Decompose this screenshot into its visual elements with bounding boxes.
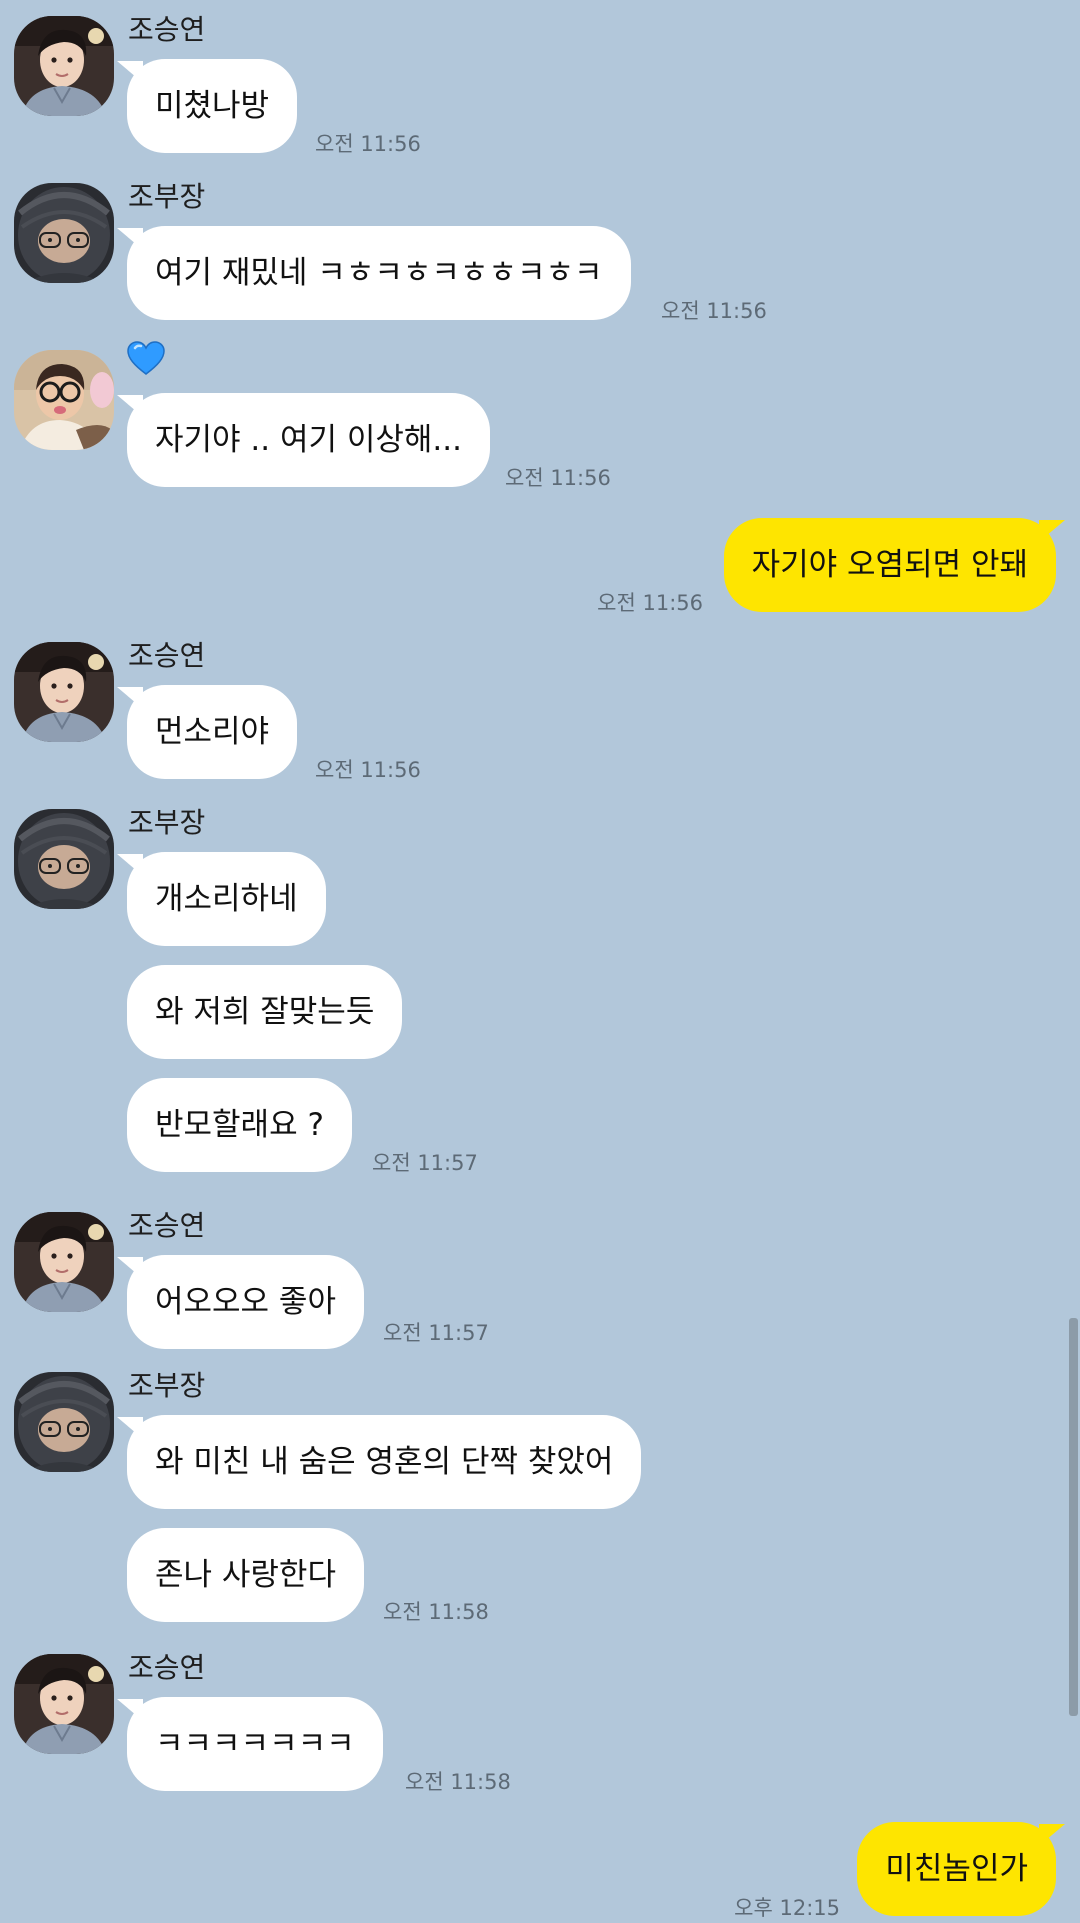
message-bubble[interactable]: 와 저희 잘맞는듯 bbox=[127, 965, 403, 1059]
message-bubble-outgoing[interactable]: 미친놈인가 bbox=[857, 1822, 1056, 1916]
message-bubble[interactable]: 와 미친 내 숨은 영혼의 단짝 찾았어 bbox=[127, 1415, 642, 1509]
sender-name: 조승연 bbox=[128, 639, 206, 672]
avatar[interactable] bbox=[14, 1212, 114, 1312]
message-time: 오전 11:56 bbox=[505, 466, 611, 490]
message-time: 오전 11:56 bbox=[661, 299, 767, 323]
message-time: 오전 11:58 bbox=[405, 1770, 511, 1794]
message-bubble[interactable]: 개소리하네 bbox=[127, 852, 326, 946]
avatar[interactable] bbox=[14, 16, 114, 116]
message-bubble[interactable]: 먼소리야 bbox=[127, 685, 298, 779]
message-bubble-outgoing[interactable]: 자기야 오염되면 안돼 bbox=[723, 518, 1056, 612]
message-time: 오전 11:57 bbox=[383, 1321, 489, 1345]
avatar[interactable] bbox=[14, 1654, 114, 1754]
sender-name: 조승연 bbox=[128, 13, 206, 46]
scrollbar[interactable] bbox=[1069, 1318, 1078, 1716]
avatar[interactable] bbox=[14, 1372, 114, 1472]
message-time: 오전 11:56 bbox=[597, 591, 703, 615]
avatar[interactable] bbox=[14, 809, 114, 909]
sender-name: 조승연 bbox=[128, 1209, 206, 1242]
heart-icon bbox=[127, 341, 165, 375]
sender-name: 조부장 bbox=[128, 806, 206, 839]
sender-name: 조부장 bbox=[128, 1369, 206, 1402]
message-time: 오후 12:15 bbox=[734, 1896, 840, 1920]
message-time: 오전 11:56 bbox=[315, 758, 421, 782]
message-bubble[interactable]: 반모할래요 ? bbox=[127, 1078, 352, 1172]
sender-name: 조부장 bbox=[128, 180, 206, 213]
message-bubble[interactable]: 자기야 .. 여기 이상해... bbox=[127, 393, 490, 487]
message-time: 오전 11:57 bbox=[372, 1151, 478, 1175]
message-bubble[interactable]: ㅋㅋㅋㅋㅋㅋㅋ bbox=[127, 1697, 383, 1791]
sender-name: 조승연 bbox=[128, 1651, 206, 1684]
message-bubble[interactable]: 미쳤나방 bbox=[127, 59, 298, 153]
message-bubble[interactable]: 존나 사랑한다 bbox=[127, 1528, 364, 1622]
message-time: 오전 11:58 bbox=[383, 1600, 489, 1624]
avatar[interactable] bbox=[14, 642, 114, 742]
avatar[interactable] bbox=[14, 183, 114, 283]
message-bubble[interactable]: 어오오오 좋아 bbox=[127, 1255, 364, 1349]
avatar[interactable] bbox=[14, 350, 114, 450]
message-time: 오전 11:56 bbox=[315, 132, 421, 156]
message-bubble[interactable]: 여기 재밌네 ㅋㅎㅋㅎㅋㅎㅎㅋㅎㅋ bbox=[127, 226, 631, 320]
